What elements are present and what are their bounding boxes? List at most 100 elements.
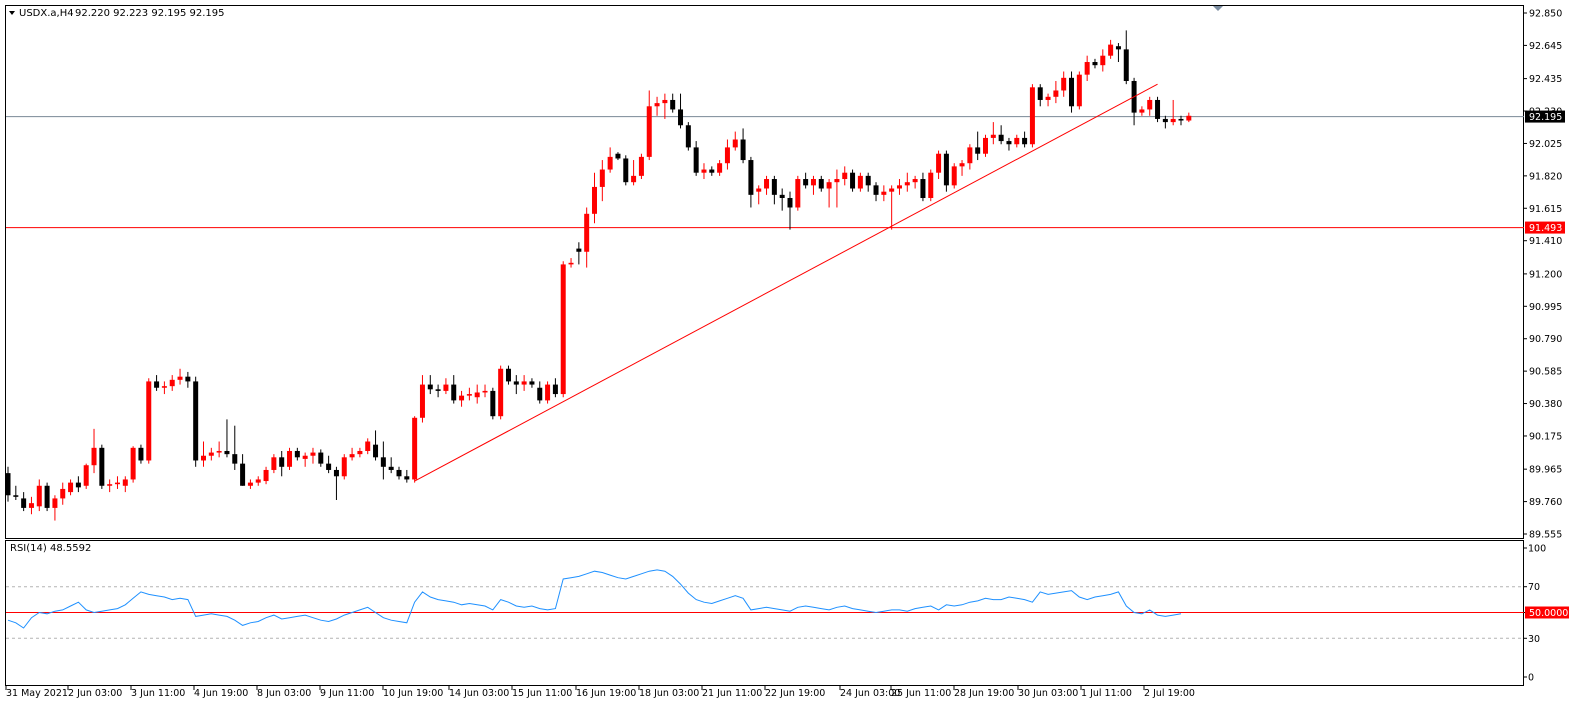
candle-body — [490, 390, 496, 417]
candle — [607, 147, 613, 173]
candle-body — [451, 384, 457, 401]
candle — [1029, 84, 1035, 148]
candle-body — [1162, 118, 1168, 123]
candle — [748, 156, 754, 208]
candle — [396, 466, 402, 480]
candle-body — [201, 455, 206, 461]
candle-body — [1053, 90, 1059, 97]
candle — [584, 207, 590, 268]
candle-body — [130, 447, 136, 480]
candle-body — [419, 384, 425, 418]
candle — [732, 131, 738, 151]
candle — [318, 449, 324, 467]
candle — [1084, 55, 1090, 81]
y-tick-label: 90.585 — [1529, 367, 1562, 378]
candle-body — [576, 248, 582, 252]
dropdown-triangle-icon[interactable] — [9, 11, 15, 15]
candle — [99, 444, 105, 489]
candle-body — [1084, 62, 1090, 75]
candle-body — [44, 485, 50, 508]
candle-body — [717, 163, 723, 173]
candle-body — [951, 166, 957, 186]
candle-body — [748, 160, 754, 195]
rsi-tick-label: 70 — [1528, 582, 1540, 593]
candle-body — [693, 147, 699, 173]
rsi-tick-label: 0 — [1528, 673, 1534, 684]
candle — [341, 454, 347, 480]
candle-body — [779, 194, 785, 198]
candle-body — [975, 147, 981, 154]
candle-body — [592, 186, 597, 214]
candle-body — [873, 185, 879, 195]
candle-body — [466, 394, 472, 396]
candle — [865, 172, 871, 192]
y-tick-label: 91.615 — [1529, 204, 1562, 215]
candle — [216, 441, 222, 458]
candle — [1037, 84, 1043, 107]
candle-body — [1186, 115, 1192, 121]
candle — [193, 376, 199, 467]
candle — [975, 131, 981, 161]
candle — [881, 185, 887, 202]
candle-body — [459, 395, 465, 401]
candle — [1108, 39, 1114, 59]
x-tick-label: 9 Jun 11:00 — [320, 688, 374, 699]
candle — [1045, 93, 1051, 107]
candle — [75, 476, 81, 493]
candle-body — [83, 465, 89, 486]
y-tick-label: 91.410 — [1529, 236, 1562, 247]
candle — [451, 375, 457, 404]
candle — [1139, 106, 1145, 116]
candle-body — [263, 469, 269, 482]
y-tick-label: 89.965 — [1529, 465, 1562, 476]
candle — [912, 175, 918, 189]
candle-body — [216, 450, 222, 453]
candle-body — [99, 447, 105, 486]
candle — [1170, 99, 1176, 126]
candle — [365, 438, 371, 455]
candle-body — [724, 147, 730, 164]
candle — [1186, 112, 1192, 123]
candle-body — [1006, 141, 1012, 145]
candle — [701, 163, 707, 180]
candle-body — [154, 381, 160, 388]
candle-body — [584, 213, 590, 252]
candle — [44, 482, 50, 512]
candle — [333, 466, 339, 501]
candle — [685, 122, 691, 151]
candle — [1006, 137, 1012, 151]
candle-body — [1178, 118, 1184, 121]
candle — [662, 93, 668, 119]
candle — [161, 381, 167, 395]
candle-body — [333, 469, 339, 477]
candle-body — [826, 182, 832, 189]
candle-body — [13, 495, 19, 497]
candle-body — [1092, 62, 1098, 66]
candle-body — [740, 139, 746, 161]
chart-window[interactable]: 92.85092.64592.43592.23092.02591.82091.6… — [0, 0, 1585, 715]
candle — [146, 378, 152, 464]
trend-line[interactable] — [414, 83, 1158, 482]
candle-body — [75, 482, 81, 488]
candle-body — [756, 188, 762, 192]
candle — [928, 169, 934, 202]
candle — [787, 191, 793, 230]
candle — [138, 444, 144, 464]
candle — [490, 387, 496, 420]
candle-body — [764, 179, 770, 189]
candle-body — [1147, 99, 1153, 110]
candle — [380, 441, 386, 480]
candle — [177, 368, 183, 385]
candle — [529, 378, 535, 388]
candle-body — [1029, 87, 1035, 145]
y-tick-label: 91.820 — [1529, 171, 1562, 182]
candle — [889, 185, 895, 230]
candle — [545, 381, 551, 404]
x-tick-label: 2 Jun 03:00 — [68, 688, 122, 699]
y-tick-label: 92.645 — [1529, 41, 1562, 52]
candle-body — [91, 447, 97, 466]
candle-body — [990, 134, 996, 138]
candle — [756, 185, 762, 205]
candle — [795, 175, 801, 211]
candle-body — [998, 134, 1004, 142]
